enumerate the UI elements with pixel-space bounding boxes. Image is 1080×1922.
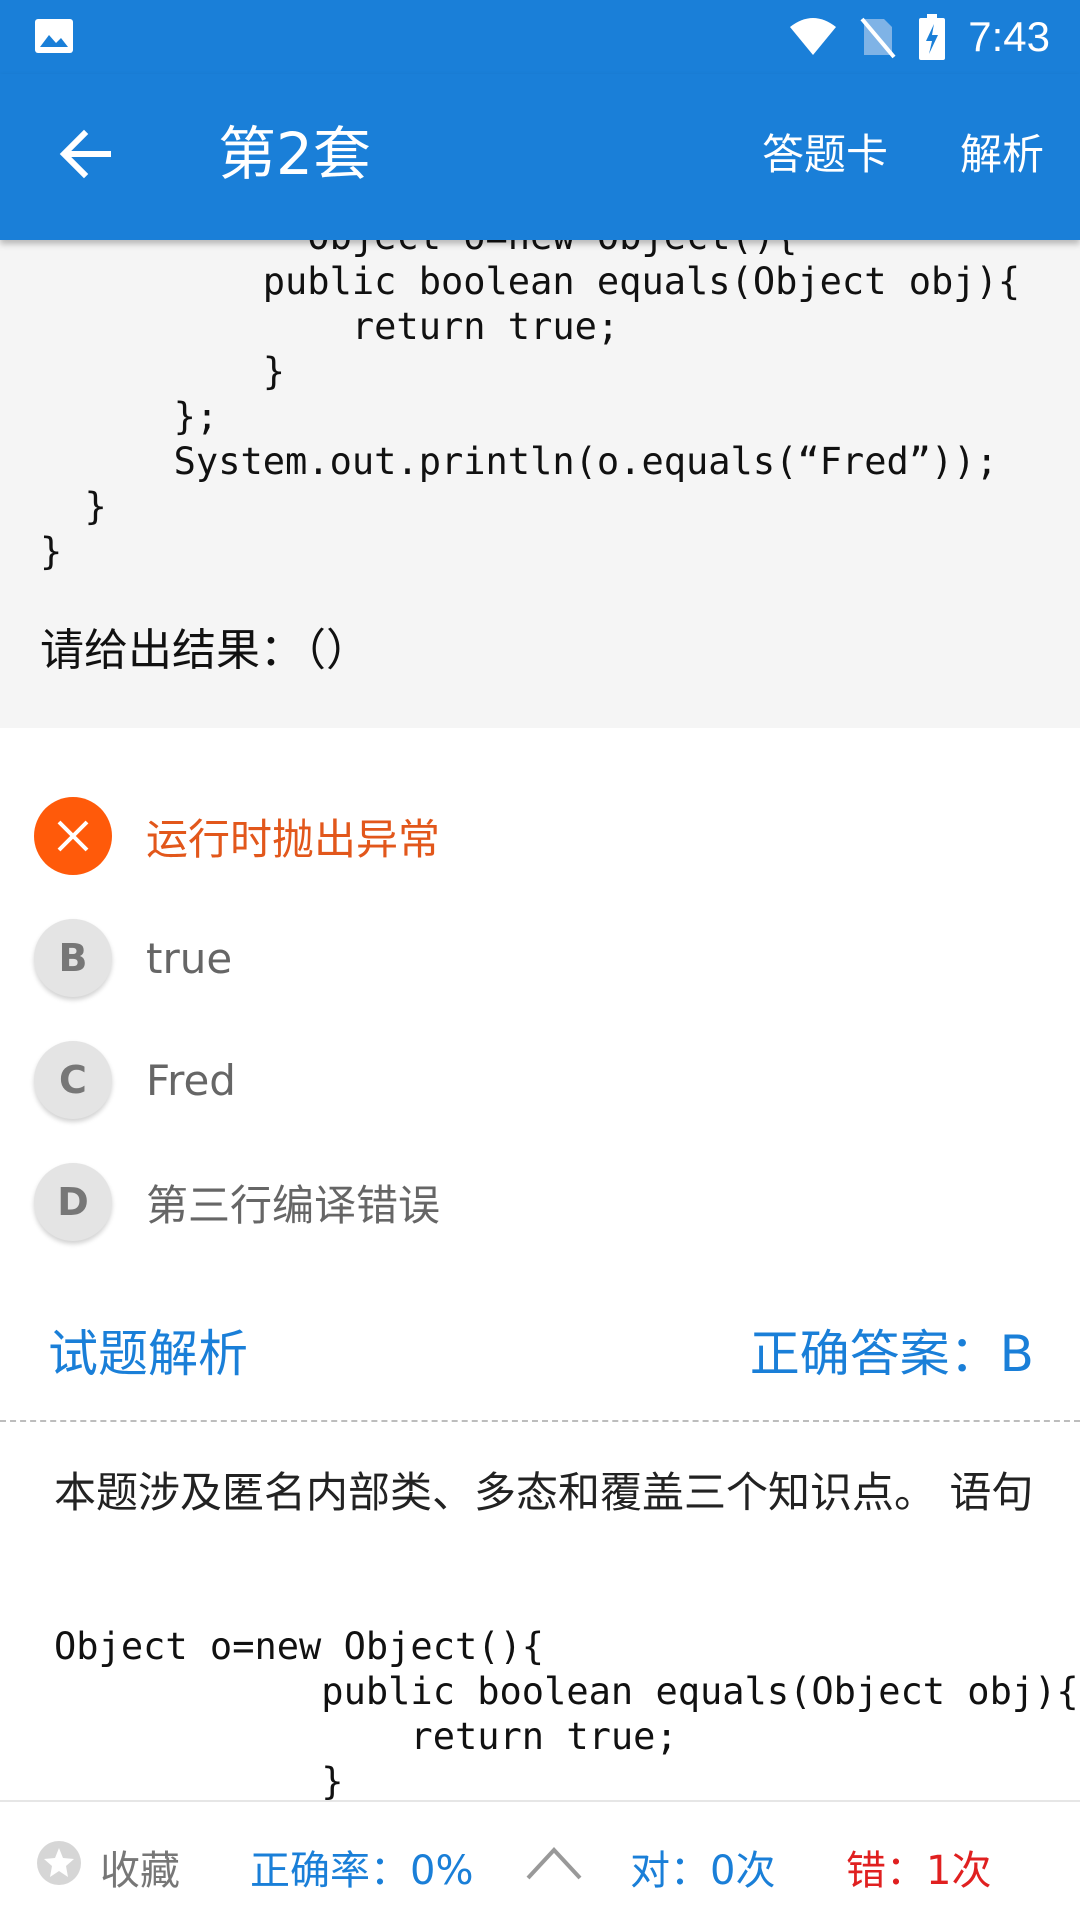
- bottom-bar: 收藏 正确率：0% 对：0次 错：1次: [0, 1800, 1080, 1922]
- status-bar: 7:43: [0, 0, 1080, 74]
- star-favorite-icon[interactable]: [36, 1840, 82, 1886]
- wrong-mark-icon: [34, 797, 112, 875]
- status-time: 7:43: [968, 13, 1050, 60]
- image-notification-icon: [35, 19, 73, 53]
- option-letter: B: [34, 919, 112, 997]
- answer-card-button[interactable]: 答题卡: [762, 126, 888, 184]
- option-b[interactable]: B true: [34, 918, 1034, 998]
- correct-count: 对：0次: [630, 1848, 776, 1894]
- option-a[interactable]: 运行时抛出异常: [34, 796, 1034, 876]
- correct-answer: 正确答案：B: [749, 1325, 1034, 1383]
- chevron-up-icon[interactable]: [524, 1842, 584, 1882]
- option-label: true: [146, 933, 233, 983]
- status-icons: 7:43: [788, 10, 1050, 64]
- analysis-button[interactable]: 解析: [960, 126, 1044, 184]
- page-title: 第2套: [218, 120, 371, 188]
- analysis-content: 本题涉及匿名内部类、多态和覆盖三个知识点。 语句 Object o=new Ob…: [0, 1424, 1080, 1800]
- analysis-heading: 试题解析: [48, 1325, 248, 1383]
- option-label: 运行时抛出异常: [146, 814, 441, 864]
- back-arrow-icon[interactable]: [56, 124, 116, 184]
- wrong-count: 错：1次: [846, 1848, 992, 1894]
- analysis-code: Object o=new Object(){ public boolean eq…: [54, 1625, 1079, 1800]
- question-code: Object o=new Object(){ public boolean eq…: [40, 240, 1021, 573]
- question-prompt: 请给出结果：（）: [40, 625, 370, 676]
- no-sim-icon: [860, 17, 896, 59]
- question-panel: Object o=new Object(){ public boolean eq…: [0, 240, 1080, 728]
- option-letter: C: [34, 1041, 112, 1119]
- dashed-divider: [0, 1420, 1080, 1422]
- option-d[interactable]: D 第三行编译错误: [34, 1162, 1034, 1242]
- option-letter: D: [34, 1163, 112, 1241]
- option-c[interactable]: C Fred: [34, 1040, 1034, 1120]
- option-label: Fred: [146, 1055, 236, 1105]
- favorite-label[interactable]: 收藏: [100, 1838, 180, 1896]
- app-bar: 第2套 答题卡 解析: [0, 74, 1080, 240]
- accuracy-rate: 正确率：0%: [250, 1848, 474, 1894]
- wifi-icon: [790, 18, 837, 55]
- analysis-text: 本题涉及匿名内部类、多态和覆盖三个知识点。 语句: [54, 1468, 1034, 1517]
- option-label: 第三行编译错误: [146, 1180, 441, 1230]
- battery-charging-icon: [919, 14, 946, 60]
- analysis-header: 试题解析 正确答案：B: [0, 1300, 1080, 1420]
